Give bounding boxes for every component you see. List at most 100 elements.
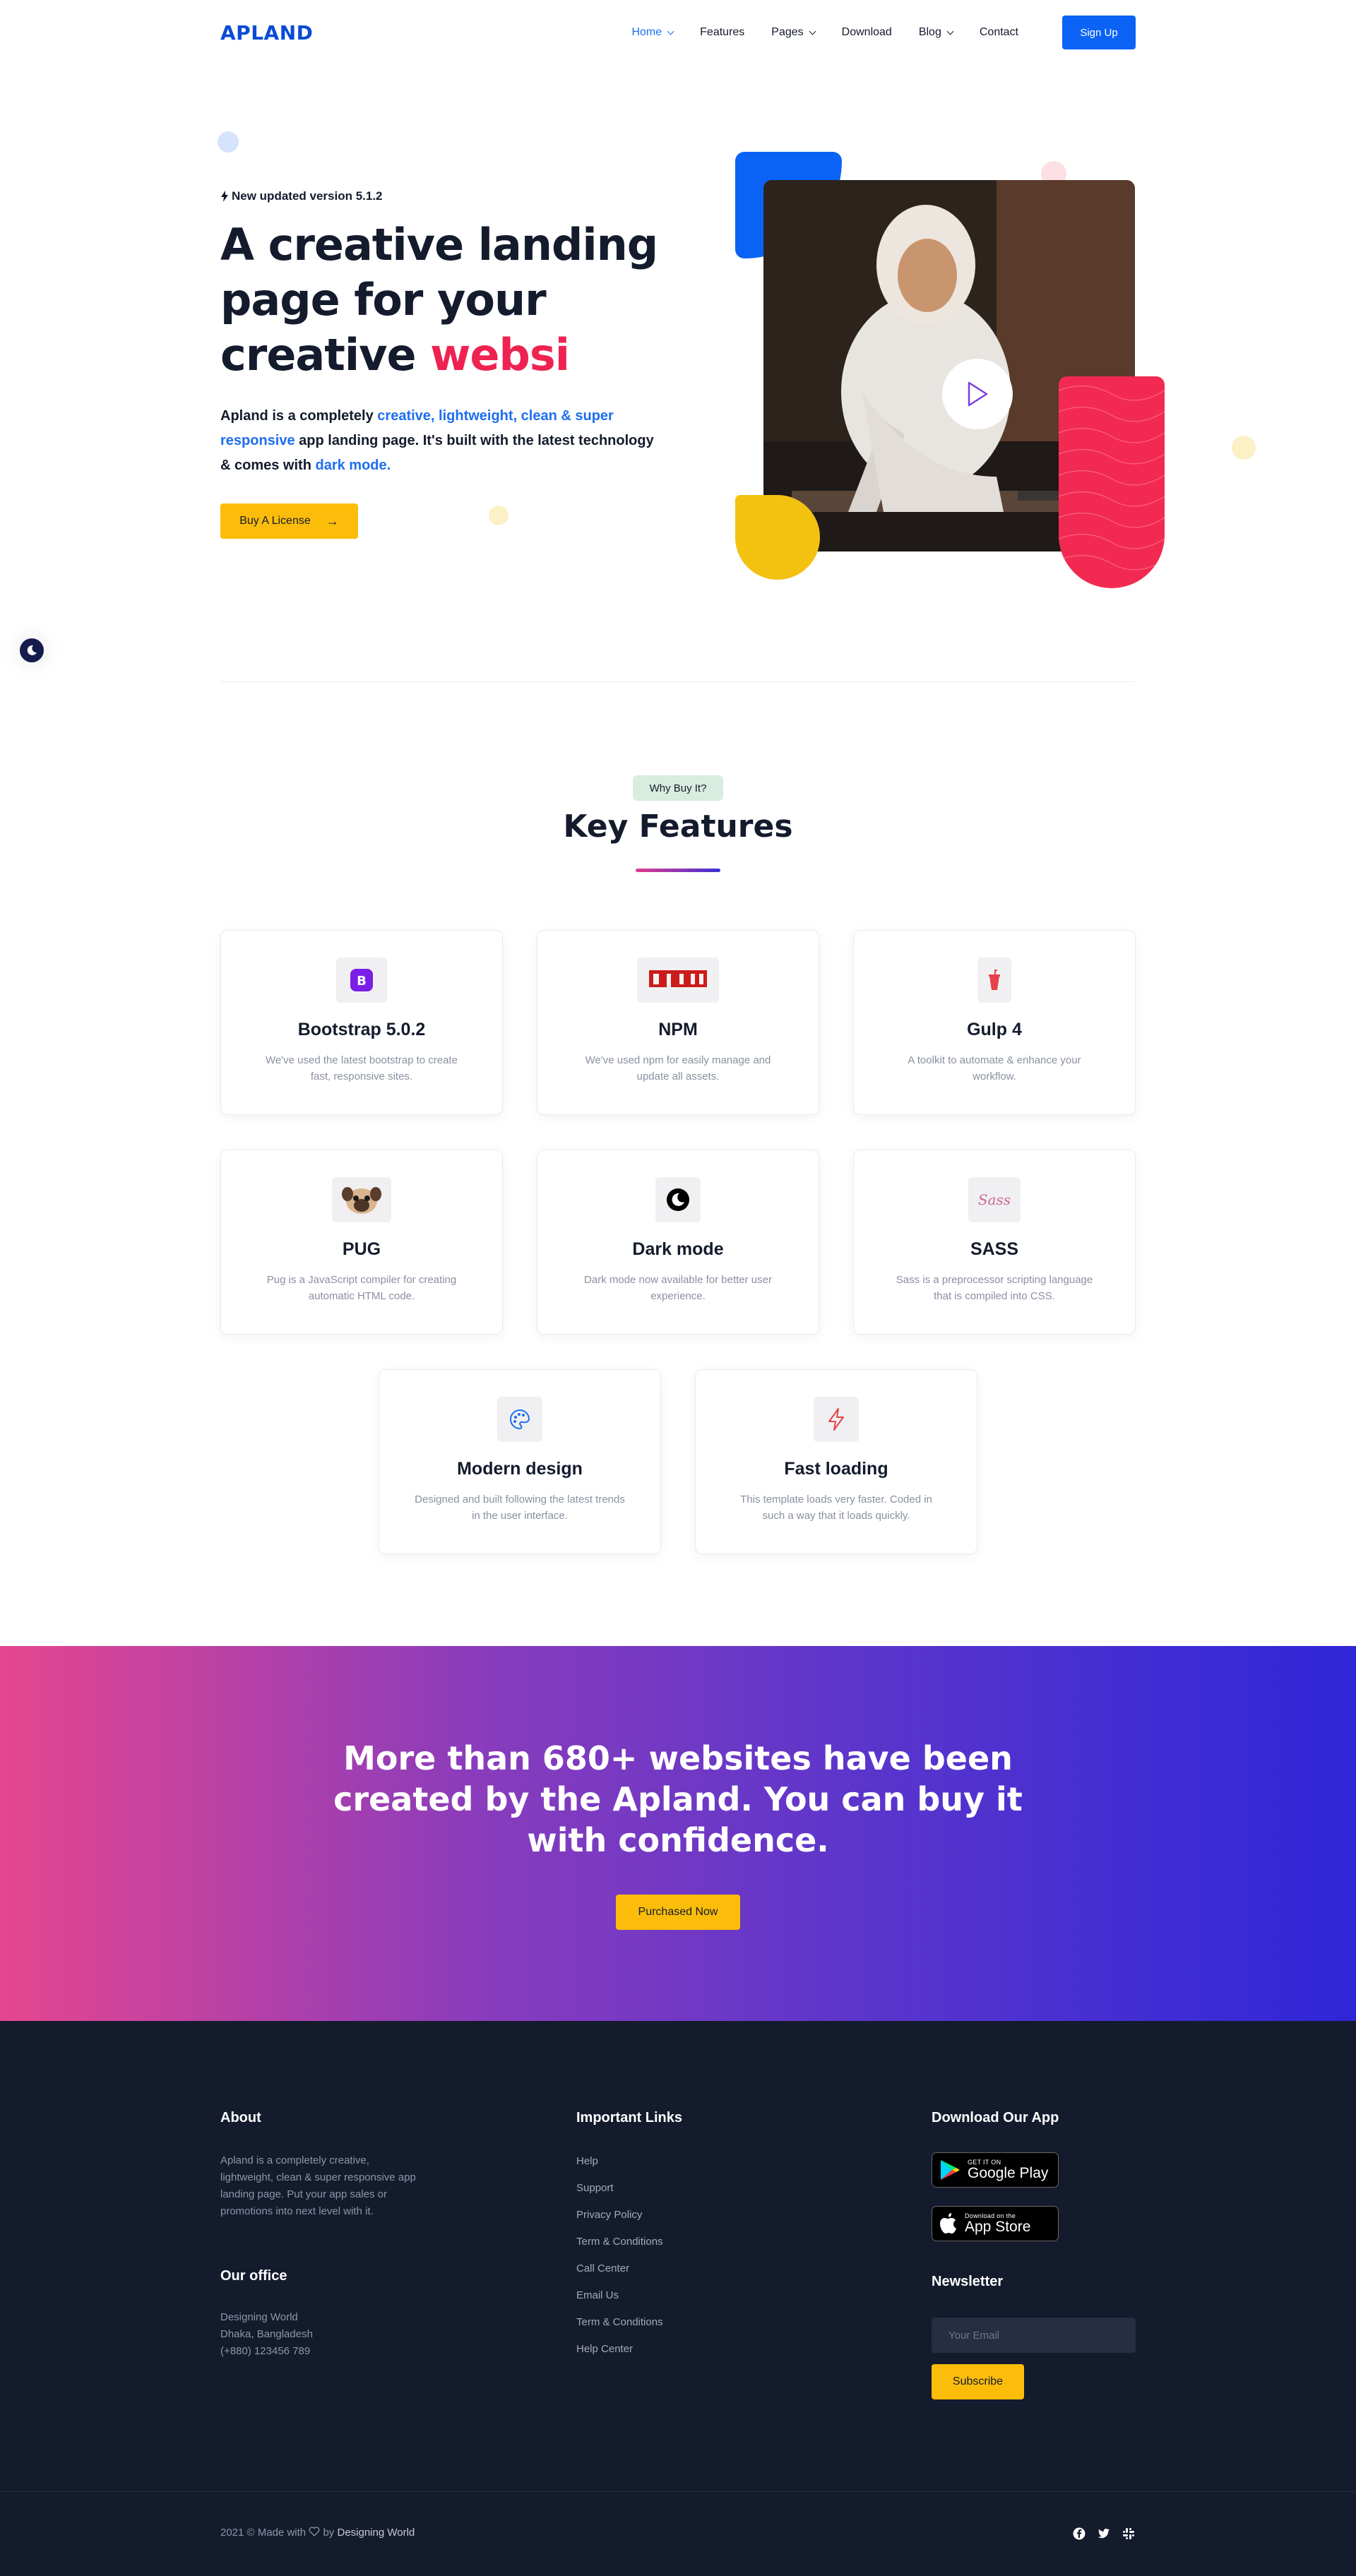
- feature-card: Modern design Designed and built followi…: [379, 1369, 661, 1554]
- about-heading: About: [220, 2110, 261, 2125]
- feature-card: Dark mode Dark mode now available for be…: [537, 1150, 819, 1335]
- card-title: SASS: [970, 1239, 1019, 1259]
- app-store-button[interactable]: Download on the App Store: [932, 2206, 1059, 2241]
- moon-icon: [27, 645, 37, 655]
- card-description: Dark mode now available for better user …: [584, 1274, 772, 1302]
- google-play-button[interactable]: GET IT ON Google Play: [932, 2152, 1059, 2188]
- purchase-button[interactable]: Purchased Now: [616, 1895, 740, 1930]
- chevron-down-icon: [809, 28, 816, 35]
- cta-section: More than 680+ websites have been create…: [0, 1646, 1356, 2021]
- decor-shape-yellow: [735, 495, 820, 580]
- footer-link[interactable]: Term & Conditions: [576, 2316, 663, 2328]
- google-play-icon: [941, 2160, 960, 2180]
- feature-card: PUG Pug is a JavaScript compiler for cre…: [220, 1150, 503, 1335]
- lightning-icon: [814, 1397, 859, 1442]
- card-title: Gulp 4: [967, 1020, 1022, 1039]
- card-title: NPM: [658, 1020, 698, 1039]
- decor-dot-yellow: [1232, 436, 1256, 460]
- features-title: Key Features: [563, 809, 793, 845]
- section-divider: [220, 681, 1136, 682]
- pug-icon: [332, 1177, 391, 1222]
- facebook-icon[interactable]: [1072, 2527, 1086, 2541]
- copyright: 2021 © Made with by Designing World: [220, 2527, 415, 2539]
- nav-contact[interactable]: Contact: [980, 26, 1018, 39]
- signup-button[interactable]: Sign Up: [1062, 16, 1136, 49]
- about-text: Apland is a completely creative, lightwe…: [220, 2154, 416, 2217]
- hero-content: New updated version 5.1.2 A creative lan…: [220, 189, 658, 478]
- footer-link[interactable]: Term & Conditions: [576, 2236, 663, 2248]
- nav-pages[interactable]: Pages: [771, 26, 816, 39]
- app-heading: Download Our App: [932, 2110, 1059, 2125]
- nav-download[interactable]: Download: [842, 26, 892, 39]
- decor-dot-blue: [218, 131, 239, 153]
- footer-link[interactable]: Help: [576, 2155, 598, 2167]
- hero-description: Apland is a completely creative, lightwe…: [220, 408, 654, 473]
- svg-text:B: B: [357, 974, 367, 989]
- twitter-icon[interactable]: [1097, 2527, 1111, 2541]
- nav-features[interactable]: Features: [700, 26, 744, 39]
- card-title: Modern design: [457, 1459, 583, 1479]
- chevron-down-icon: [946, 28, 954, 35]
- main-nav: Home Features Pages Download Blog Contac…: [605, 16, 1136, 49]
- section-pill: Why Buy It?: [633, 775, 723, 801]
- typed-text: websi: [430, 329, 570, 381]
- card-description: This template loads very faster. Coded i…: [740, 1493, 932, 1522]
- moon-icon: [655, 1177, 701, 1222]
- chevron-down-icon: [667, 28, 674, 35]
- hero-title: A creative landing page for your creativ…: [220, 219, 658, 381]
- logo[interactable]: APLAND: [220, 21, 313, 44]
- cta-heading: More than 680+ websites have been create…: [333, 1739, 1023, 1859]
- wave-pattern: [1059, 386, 1165, 571]
- sass-icon: Sass: [968, 1177, 1021, 1222]
- npm-icon: [637, 958, 719, 1003]
- subscribe-button[interactable]: Subscribe: [932, 2364, 1024, 2399]
- card-description: Designed and built following the latest …: [415, 1493, 625, 1522]
- palette-icon: [497, 1397, 542, 1442]
- card-title: Fast loading: [784, 1459, 888, 1479]
- feature-card: Fast loading This template loads very fa…: [695, 1369, 977, 1554]
- feature-card: B Bootstrap 5.0.2 We've used the latest …: [220, 930, 503, 1115]
- dark-mode-toggle[interactable]: [20, 638, 44, 662]
- footer-link[interactable]: Call Center: [576, 2262, 629, 2274]
- site-footer: About Apland is a completely creative, l…: [0, 2021, 1356, 2576]
- card-description: We've used the latest bootstrap to creat…: [266, 1054, 458, 1083]
- apple-icon: [940, 2213, 956, 2234]
- nav-home[interactable]: Home: [631, 26, 674, 39]
- card-description: A toolkit to automate & enhance your wor…: [908, 1054, 1081, 1083]
- office-phone: (+880) 123456 789: [220, 2345, 311, 2357]
- brand-link[interactable]: Designing World: [337, 2527, 415, 2539]
- footer-divider: [0, 2491, 1356, 2492]
- card-title: Bootstrap 5.0.2: [297, 1020, 426, 1039]
- card-description: We've used npm for easily manage and upd…: [585, 1054, 771, 1083]
- footer-link[interactable]: Support: [576, 2182, 614, 2194]
- lightning-icon: [221, 191, 228, 202]
- site-header: APLAND Home Features Pages Download Blog…: [220, 0, 1136, 65]
- title-underline: [636, 869, 720, 872]
- decor-dot-yellow: [489, 506, 509, 525]
- hero-visual: [735, 152, 1166, 588]
- heart-icon: [309, 2527, 320, 2536]
- card-description: Sass is a preprocessor scripting languag…: [896, 1274, 1093, 1302]
- newsletter-email-input[interactable]: [932, 2318, 1136, 2353]
- card-description: Pug is a JavaScript compiler for creatin…: [266, 1274, 457, 1302]
- footer-link[interactable]: Privacy Policy: [576, 2209, 642, 2221]
- office-heading: Our office: [220, 2268, 287, 2284]
- links-heading: Important Links: [576, 2110, 683, 2125]
- nav-blog[interactable]: Blog: [919, 26, 954, 39]
- svg-text:Sass: Sass: [978, 1191, 1011, 1208]
- play-video-button[interactable]: [942, 359, 1013, 429]
- gulp-icon: [977, 958, 1011, 1003]
- office-line: Designing World: [220, 2311, 298, 2323]
- footer-link[interactable]: Email Us: [576, 2289, 619, 2301]
- buy-license-button[interactable]: Buy A License →: [220, 503, 358, 539]
- version-text: New updated version 5.1.2: [232, 189, 383, 203]
- version-badge: New updated version 5.1.2: [220, 189, 658, 203]
- arrow-right-icon: →: [326, 513, 339, 528]
- slack-icon[interactable]: [1122, 2527, 1136, 2541]
- decor-shape-red: [1059, 376, 1165, 588]
- office-line: Dhaka, Bangladesh: [220, 2328, 313, 2340]
- feature-card: Gulp 4 A toolkit to automate & enhance y…: [853, 930, 1136, 1115]
- card-title: Dark mode: [632, 1239, 724, 1259]
- bootstrap-icon: B: [336, 958, 387, 1003]
- footer-link[interactable]: Help Center: [576, 2343, 633, 2355]
